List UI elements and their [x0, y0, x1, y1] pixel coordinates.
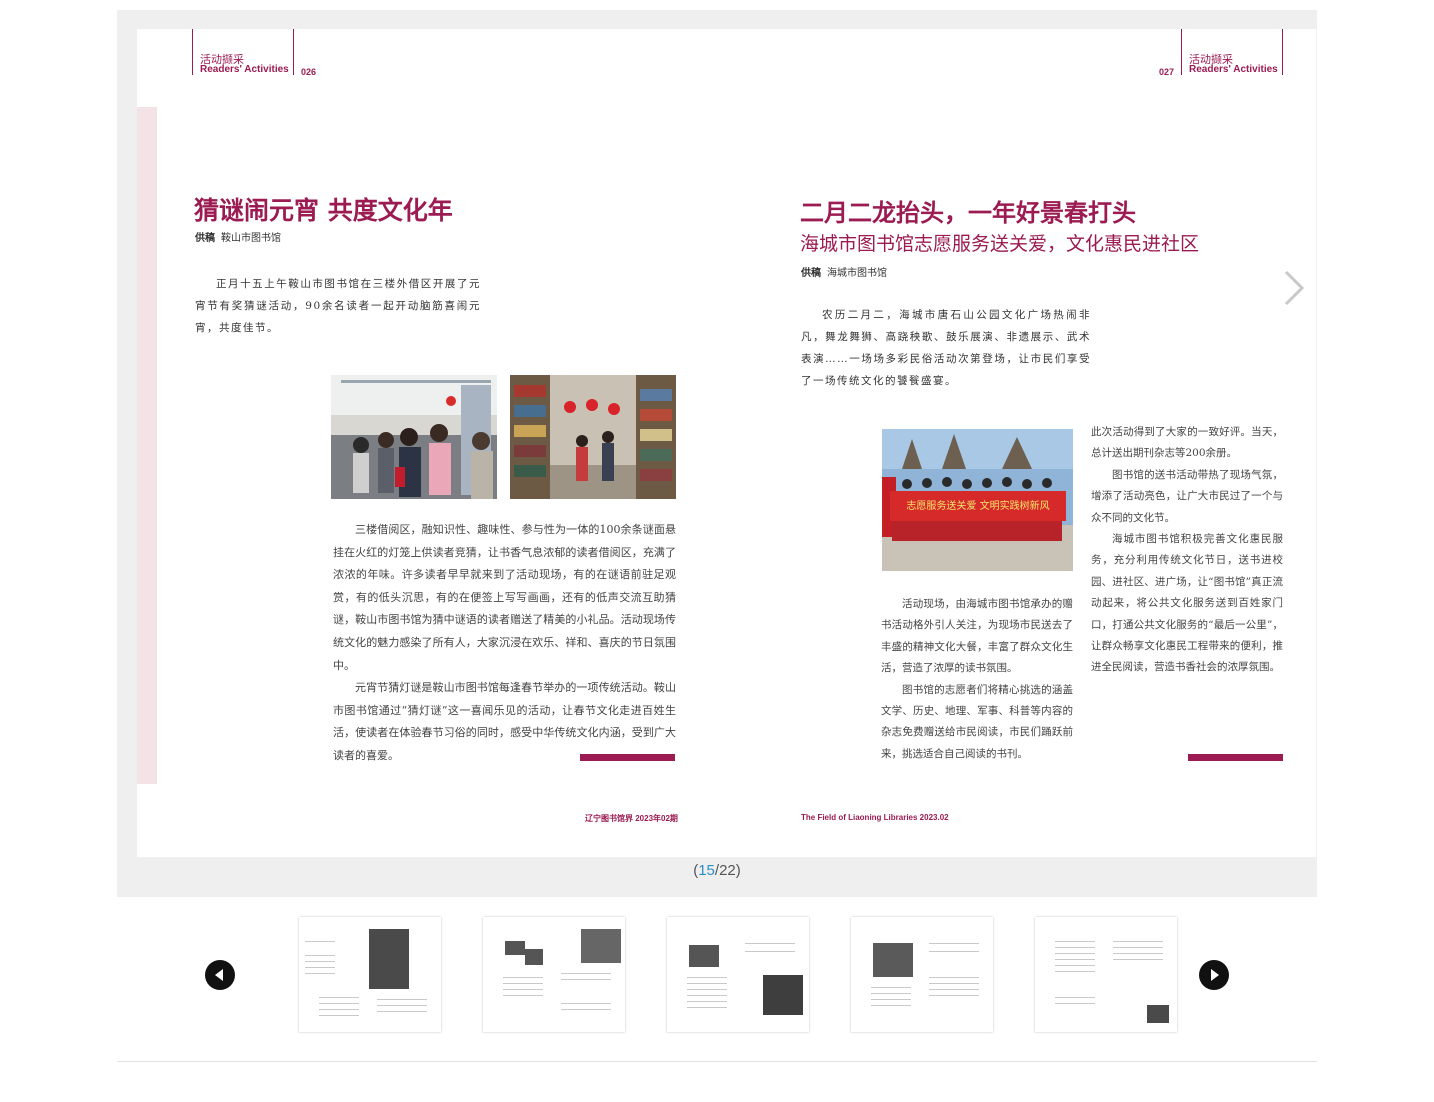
thumbnail-strip [117, 897, 1317, 1060]
right-page-number: 027 [1159, 67, 1175, 77]
triangle-right-icon[interactable] [1199, 960, 1229, 990]
left-header-en: Readers' Activities [200, 64, 289, 75]
right-page: 活动撷采 Readers' Activities 027 二月二龙抬头，一年好景… [727, 29, 1316, 857]
page-spread[interactable]: 活动撷采 Readers' Activities 026 猜谜闹元宵 共度文化年… [137, 29, 1316, 857]
thumbnail-page-3[interactable] [667, 917, 809, 1032]
left-page-number: 026 [301, 67, 317, 77]
right-article-end-bar [1188, 754, 1283, 761]
right-body-continuation: 此次活动得到了大家的一致好评。当天，总计送出期刊杂志等200余册。 [1091, 426, 1283, 460]
right-body-right-paragraph-1: 图书馆的送书活动带热了现场气氛，增添了活动亮色，让广大市民过了一个与众不同的文化… [1091, 468, 1283, 524]
banner-text: 志愿服务送关爱 文明实践树新风 [906, 499, 1049, 512]
left-article-end-bar [580, 754, 675, 761]
side-accent-bar [137, 107, 157, 784]
photo-readers-guessing [331, 375, 497, 499]
page-counter: (15/22) [0, 862, 1434, 879]
left-page: 活动撷采 Readers' Activities 026 猜谜闹元宵 共度文化年… [137, 29, 727, 857]
current-page: 15 [698, 862, 715, 879]
byline-label: 供稿 [195, 233, 215, 244]
right-body-left-paragraph-1: 活动现场，由海城市图书馆承办的赠书活动格外引人关注，为现场市民送去了丰盛的精神文… [881, 598, 1073, 675]
left-body-paragraph-1: 三楼借阅区，融知识性、趣味性、参与性为一体的100余条谜面悬挂在火红的灯笼上供读… [333, 523, 676, 672]
thumbnail-page-5[interactable] [1035, 917, 1177, 1032]
bottom-divider [117, 1061, 1317, 1062]
thumbnail-page-4[interactable] [851, 917, 993, 1032]
photo-volunteer-banner: 志愿服务送关爱 文明实践树新风 [882, 429, 1073, 571]
right-body-left-column: 活动现场，由海城市图书馆承办的赠书活动格外引人关注，为现场市民送去了丰盛的精神文… [881, 594, 1073, 765]
thumbnail-page-1[interactable] [299, 917, 441, 1032]
right-body-right-paragraph-2: 海城市图书馆积极完善文化惠民服务，充分利用传统文化节日，送书进校园、进社区、进广… [1091, 533, 1283, 674]
byline-source: 鞍山市图书馆 [221, 233, 281, 244]
right-footer: The Field of Liaoning Libraries 2023.02 [801, 813, 949, 822]
right-body-left-paragraph-2: 图书馆的志愿者们将精心挑选的涵盖文学、历史、地理、军事、科普等内容的杂志免费赠送… [881, 683, 1073, 760]
left-body-text: 三楼借阅区，融知识性、趣味性、参与性为一体的100余条谜面悬挂在火红的灯笼上供读… [333, 519, 676, 768]
counter-close: ) [735, 862, 741, 879]
thumbnail-page-2[interactable] [483, 917, 625, 1032]
chevron-right-icon[interactable] [1280, 268, 1310, 308]
right-body-right-column: 此次活动得到了大家的一致好评。当天，总计送出期刊杂志等200余册。 图书馆的送书… [1091, 422, 1283, 679]
byline-source: 海城市图书馆 [827, 268, 887, 279]
total-pages: 22 [719, 862, 736, 879]
triangle-left-icon[interactable] [205, 960, 235, 990]
right-lead-paragraph: 农历二月二，海城市唐石山公园文化广场热闹非凡，舞龙舞狮、高跷秧歌、鼓乐展演、非遗… [801, 309, 1091, 387]
right-byline: 供稿 海城市图书馆 [801, 264, 887, 279]
left-footer: 辽宁图书馆界 2023年02期 [585, 814, 678, 823]
right-article-subtitle: 海城市图书馆志愿服务送关爱，文化惠民进社区 [800, 233, 1200, 255]
left-lead-paragraph: 正月十五上午鞍山市图书馆在三楼外借区开展了元宵节有奖猜谜活动，90余名读者一起开… [195, 278, 481, 334]
right-article-title: 二月二龙抬头，一年好景春打头 [800, 198, 1136, 227]
left-byline: 供稿 鞍山市图书馆 [195, 229, 281, 244]
byline-label: 供稿 [801, 268, 821, 279]
left-article-title: 猜谜闹元宵 共度文化年 [194, 196, 453, 225]
right-header-en: Readers' Activities [1189, 64, 1278, 75]
photo-library-shelves [510, 375, 676, 499]
